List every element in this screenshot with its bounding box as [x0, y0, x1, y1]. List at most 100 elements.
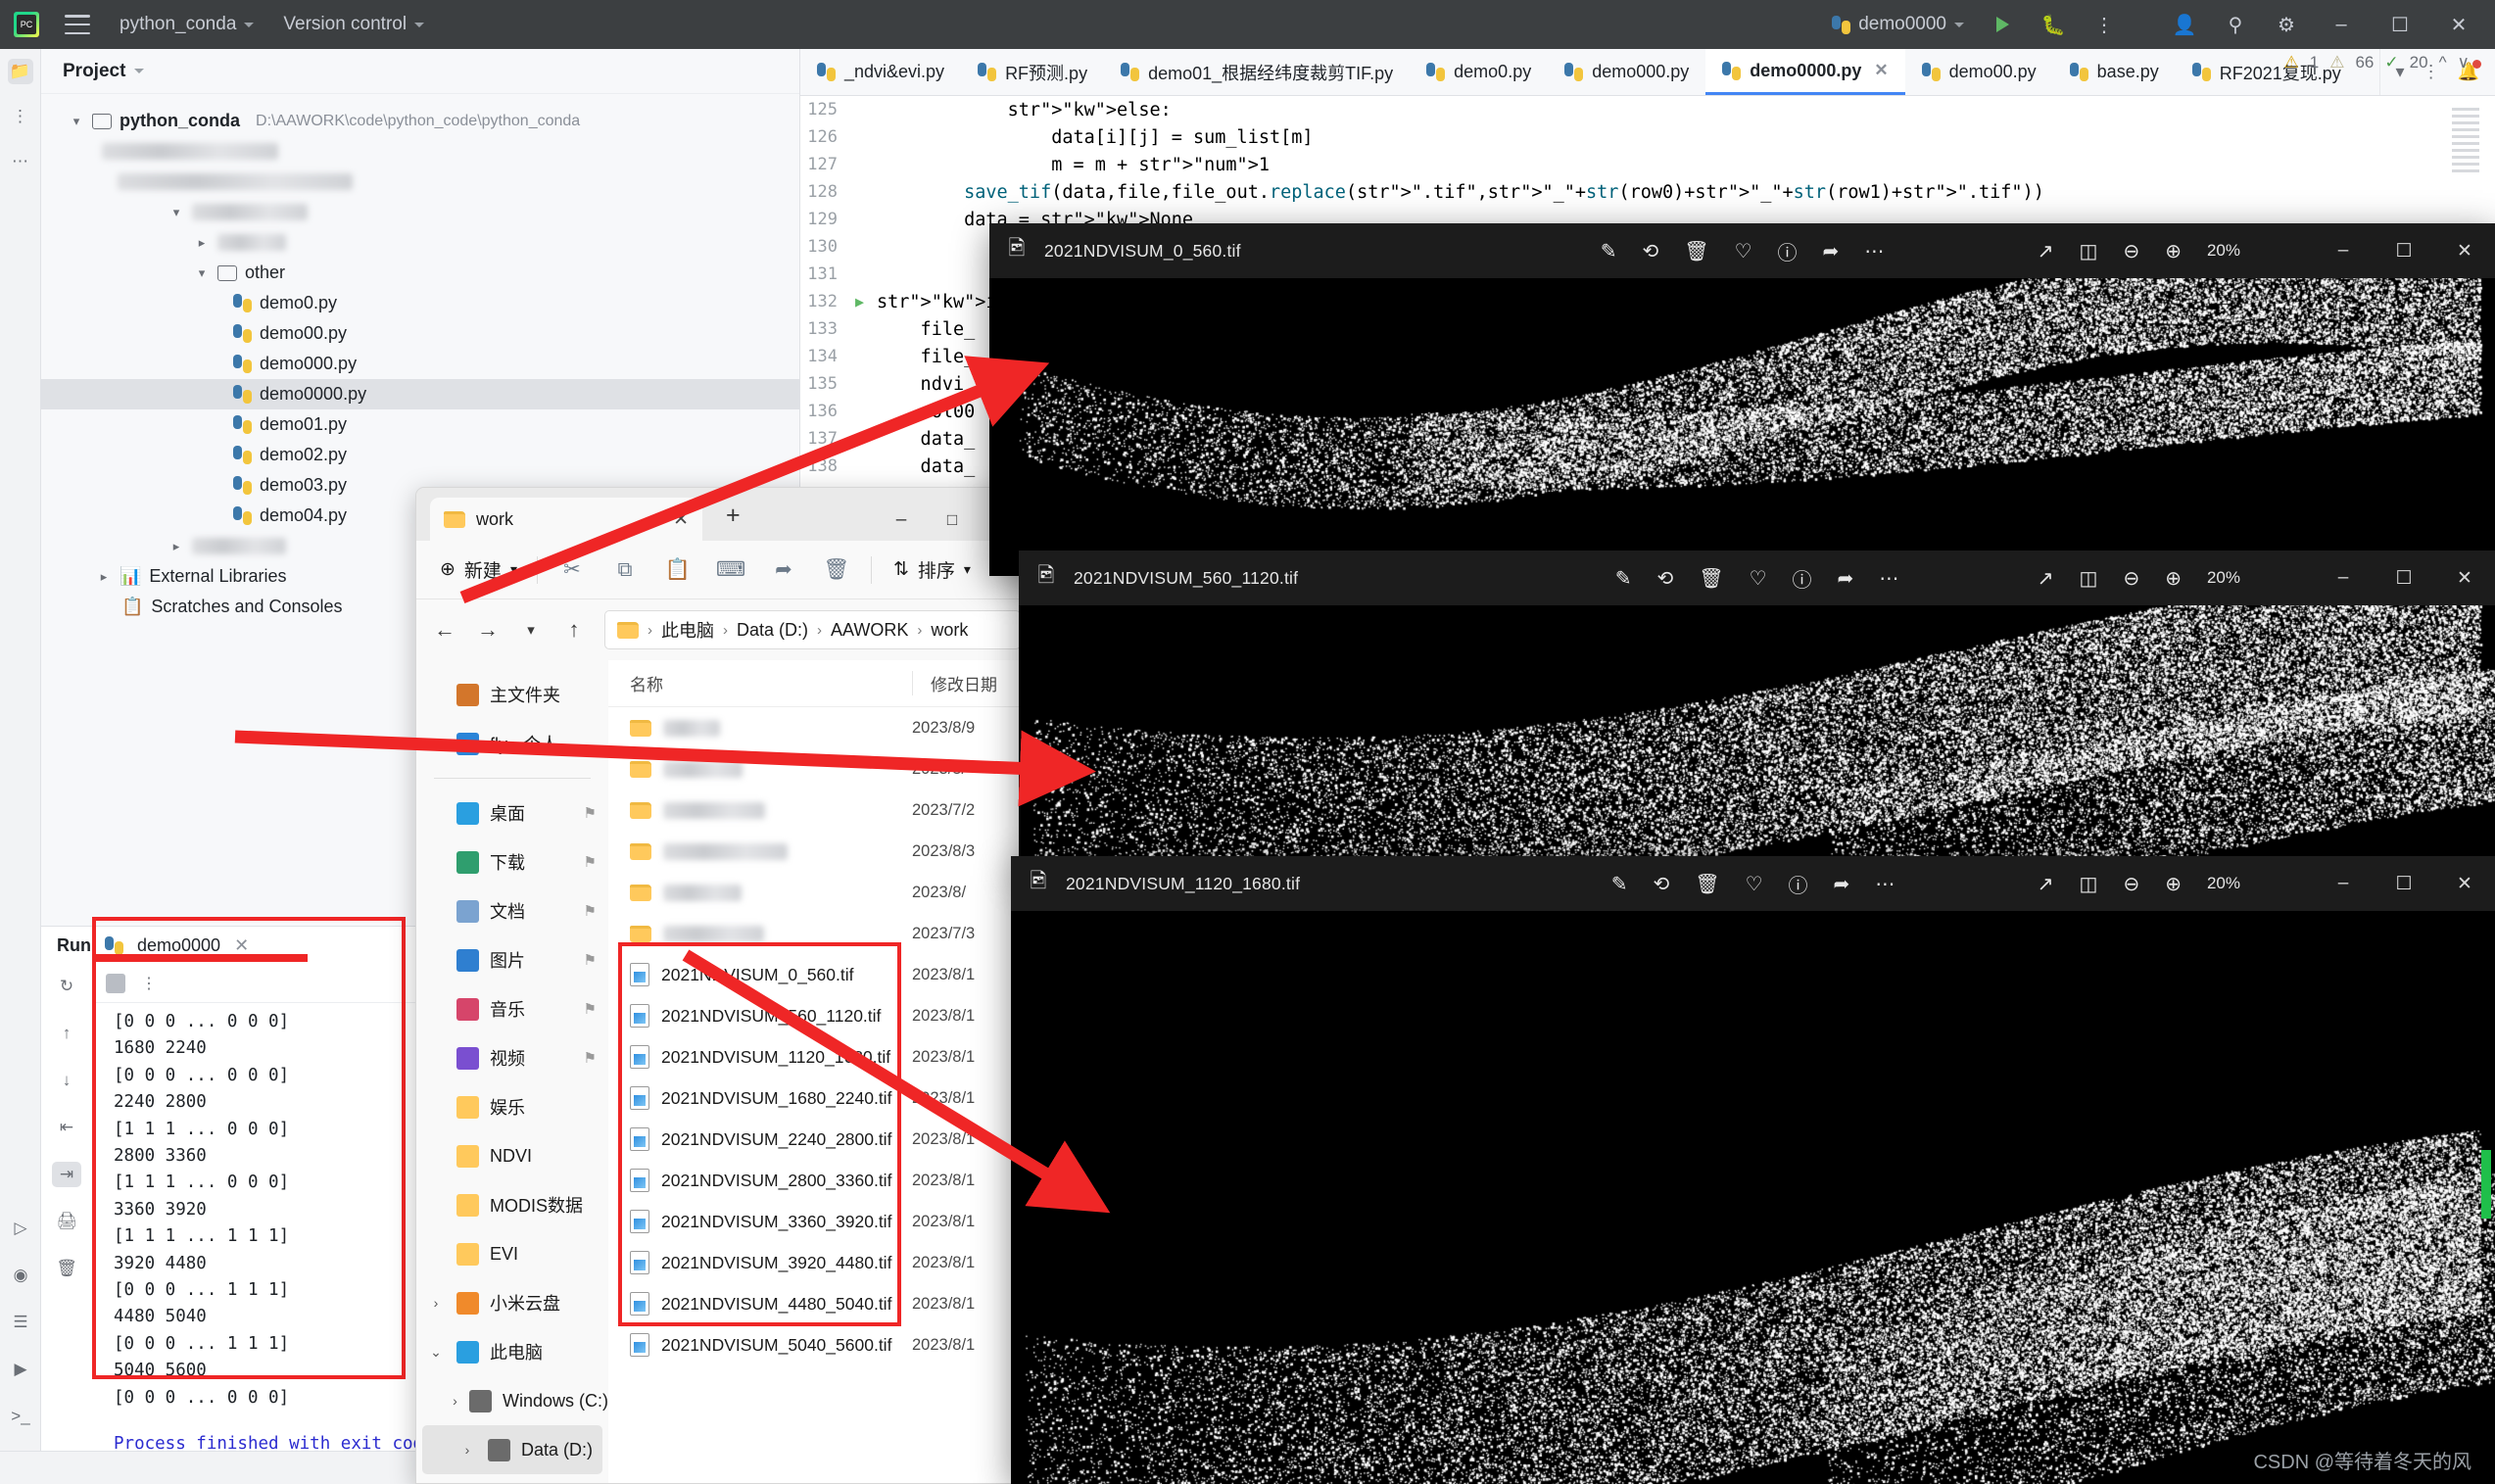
- folder-row[interactable]: 2023/7/2: [608, 790, 1036, 831]
- scroll-up-icon[interactable]: ↑: [52, 1021, 81, 1046]
- file-row[interactable]: 2021NDVISUM_0_560.tif 2023/8/1: [608, 954, 1036, 995]
- terminal-icon[interactable]: >_: [8, 1404, 33, 1429]
- rotate-icon[interactable]: ⟲: [1653, 872, 1669, 896]
- actual-size-icon[interactable]: ◫: [2080, 239, 2098, 263]
- zoom-out-icon[interactable]: ⊖: [2123, 239, 2139, 263]
- debug-button[interactable]: 🐛: [2040, 12, 2066, 37]
- editor-tab[interactable]: demo01_根据经纬度裁剪TIF.py: [1104, 49, 1410, 95]
- maximize-button[interactable]: □: [927, 510, 978, 530]
- info-icon[interactable]: ⓘ: [1789, 870, 1808, 898]
- editor-tab[interactable]: base.py: [2053, 49, 2176, 95]
- pin-icon[interactable]: ⚑: [584, 902, 597, 920]
- chevron-right-icon[interactable]: ›: [452, 1393, 458, 1409]
- pin-icon[interactable]: ⚑: [584, 853, 597, 871]
- add-user-icon[interactable]: 👤: [2172, 12, 2197, 37]
- sidebar-item[interactable]: 主文件夹: [416, 670, 608, 719]
- pin-icon[interactable]: ⚑: [584, 951, 597, 969]
- delete-icon[interactable]: 🗑: [810, 550, 863, 591]
- chevron-right-icon[interactable]: ▸: [168, 539, 184, 554]
- rerun-icon[interactable]: ↻: [52, 974, 81, 999]
- prev-problem-icon[interactable]: ^: [2439, 53, 2447, 72]
- maximize-button[interactable]: ☐: [2374, 567, 2434, 590]
- minimize-button[interactable]: –: [2325, 14, 2358, 36]
- sidebar-item[interactable]: ›移动硬盘 (E:): [416, 1474, 608, 1483]
- sidebar-item[interactable]: › Data (D:): [422, 1425, 602, 1474]
- tree-row-file[interactable]: demo02.py: [41, 440, 799, 470]
- tree-row-file[interactable]: demo01.py: [41, 409, 799, 440]
- edit-image-icon[interactable]: ✎: [1611, 872, 1628, 896]
- file-row[interactable]: 2021NDVISUM_2240_2800.tif 2023/8/1: [608, 1119, 1036, 1160]
- close-icon[interactable]: ✕: [234, 935, 249, 956]
- delete-icon[interactable]: 🗑: [1695, 872, 1719, 896]
- share-icon[interactable]: ➦: [1838, 566, 1854, 591]
- maximize-button[interactable]: ☐: [2374, 873, 2434, 895]
- tree-row-root[interactable]: ▾ python_conda D:\AAWORK\code\python_cod…: [41, 106, 799, 136]
- sidebar-item[interactable]: 音乐 ⚑: [416, 984, 608, 1033]
- zoom-in-icon[interactable]: ⊕: [2165, 239, 2182, 263]
- cut-icon[interactable]: ✂: [546, 550, 599, 591]
- tree-row-hidden[interactable]: ▾: [41, 197, 799, 227]
- file-row[interactable]: 2021NDVISUM_3360_3920.tif 2023/8/1: [608, 1201, 1036, 1242]
- file-row[interactable]: 2021NDVISUM_2800_3360.tif 2023/8/1: [608, 1160, 1036, 1201]
- sidebar-item[interactable]: MODIS数据: [416, 1180, 608, 1229]
- minimize-button[interactable]: –: [2313, 873, 2374, 894]
- editor-minimap[interactable]: [2452, 108, 2479, 176]
- sidebar-item[interactable]: › fly - 个人: [416, 719, 608, 768]
- file-row[interactable]: 2021NDVISUM_1120_1680.tif 2023/8/1: [608, 1036, 1036, 1077]
- search-icon[interactable]: ⚲: [2223, 12, 2248, 37]
- sidebar-item[interactable]: 下载 ⚑: [416, 838, 608, 886]
- delete-icon[interactable]: 🗑: [1699, 566, 1723, 591]
- debug-tool-icon[interactable]: ▶: [8, 1357, 33, 1382]
- explorer-tab-work[interactable]: work ✕: [430, 498, 702, 541]
- structure-tool-icon[interactable]: ⋯: [8, 149, 33, 174]
- tree-row-file[interactable]: demo00.py: [41, 318, 799, 349]
- share-icon[interactable]: ➦: [757, 550, 810, 591]
- pin-icon[interactable]: ⚑: [584, 804, 597, 822]
- gear-icon[interactable]: ⚙: [2274, 12, 2299, 37]
- column-header-name[interactable]: 名称: [608, 671, 912, 695]
- run-button[interactable]: [1990, 12, 2015, 37]
- rotate-icon[interactable]: ⟲: [1656, 566, 1673, 591]
- edit-image-icon[interactable]: ✎: [1601, 239, 1617, 263]
- paste-icon[interactable]: 📋: [651, 550, 704, 591]
- tree-row-hidden[interactable]: ▸: [41, 227, 799, 258]
- minimize-button[interactable]: –: [2313, 240, 2374, 262]
- up-icon[interactable]: ↑: [561, 617, 587, 643]
- sidebar-item[interactable]: 图片 ⚑: [416, 935, 608, 984]
- new-tab-button[interactable]: +: [726, 502, 741, 530]
- breadcrumb-item[interactable]: work: [931, 620, 968, 641]
- tree-row-file[interactable]: demo0.py: [41, 288, 799, 318]
- close-button[interactable]: ✕: [2434, 240, 2495, 263]
- run-config-selector[interactable]: demo0000: [1832, 14, 1964, 35]
- file-row[interactable]: 2021NDVISUM_3920_4480.tif 2023/8/1: [608, 1242, 1036, 1283]
- breadcrumb-item[interactable]: AAWORK: [831, 620, 908, 641]
- sidebar-item[interactable]: 文档 ⚑: [416, 886, 608, 935]
- maximize-button[interactable]: ☐: [2374, 240, 2434, 263]
- sidebar-item[interactable]: ⌄ 此电脑: [416, 1327, 608, 1376]
- editor-tab[interactable]: demo0.py: [1410, 49, 1548, 95]
- sort-button[interactable]: ⇅ 排序 ▾: [893, 556, 971, 583]
- print-icon[interactable]: 🖨: [52, 1209, 81, 1234]
- sidebar-item[interactable]: 桌面 ⚑: [416, 789, 608, 838]
- info-icon[interactable]: ⓘ: [1778, 237, 1798, 265]
- column-header-date[interactable]: 修改日期: [912, 671, 997, 695]
- breadcrumb-item[interactable]: 此电脑: [661, 617, 714, 643]
- run-line-marker[interactable]: ▶: [855, 293, 877, 311]
- fit-to-window-icon[interactable]: ↗: [2038, 566, 2054, 591]
- zoom-in-icon[interactable]: ⊕: [2165, 872, 2182, 896]
- version-control-menu[interactable]: Version control: [283, 14, 425, 35]
- tree-row-hidden[interactable]: [41, 136, 799, 167]
- editor-tab[interactable]: demo000.py: [1548, 49, 1705, 95]
- favorite-icon[interactable]: ♡: [1746, 872, 1763, 896]
- python-console-icon[interactable]: ◉: [8, 1263, 33, 1288]
- more-icon[interactable]: ⋯: [1879, 566, 1898, 591]
- more-icon[interactable]: ⋯: [1864, 239, 1884, 263]
- sidebar-item[interactable]: › 小米云盘: [416, 1278, 608, 1327]
- tree-row-other-folder[interactable]: ▾ other: [41, 258, 799, 288]
- stop-button[interactable]: [106, 973, 125, 993]
- hamburger-menu-icon[interactable]: [65, 15, 90, 34]
- services-icon[interactable]: ☰: [8, 1310, 33, 1335]
- close-button[interactable]: ✕: [2434, 873, 2495, 895]
- actual-size-icon[interactable]: ◫: [2080, 566, 2098, 591]
- folder-row[interactable]: 2023/7/3: [608, 913, 1036, 954]
